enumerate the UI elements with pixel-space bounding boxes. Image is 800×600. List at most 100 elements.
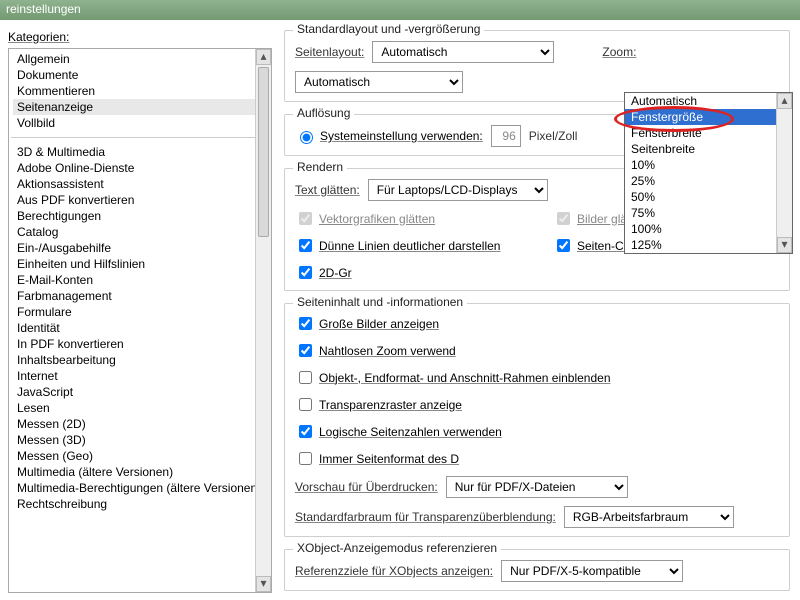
scroll-up-icon[interactable]: ▴ bbox=[777, 93, 792, 109]
group-pagecontent: Seiteninhalt und -informationen Große Bi… bbox=[284, 303, 790, 537]
trans-grid-input[interactable] bbox=[299, 398, 312, 411]
dropdown-option[interactable]: 10% bbox=[625, 157, 792, 173]
group-render-legend: Rendern bbox=[293, 160, 347, 174]
group-xobject-legend: XObject-Anzeigemodus referenzieren bbox=[293, 541, 501, 555]
scroll-down-icon[interactable]: ▾ bbox=[256, 576, 271, 592]
vec-smooth-label: Vektorgrafiken glätten bbox=[319, 212, 435, 226]
list-item[interactable]: Messen (2D) bbox=[13, 416, 271, 432]
list-item[interactable]: Farbmanagement bbox=[13, 288, 271, 304]
list-item[interactable]: Identität bbox=[13, 320, 271, 336]
overprint-select[interactable]: Nur für PDF/X-Dateien bbox=[446, 476, 628, 498]
categories-listbox[interactable]: AllgemeinDokumenteKommentierenSeitenanze… bbox=[8, 48, 272, 593]
vec-smooth-checkbox: Vektorgrafiken glätten bbox=[295, 209, 545, 228]
use-system-radio-input[interactable] bbox=[300, 131, 313, 144]
list-item[interactable]: Einheiten und Hilfslinien bbox=[13, 256, 271, 272]
dropdown-option[interactable]: Fenstergröße bbox=[625, 109, 792, 125]
dropdown-option[interactable]: 25% bbox=[625, 173, 792, 189]
twod-input[interactable] bbox=[299, 266, 312, 279]
large-images-label: Große Bilder anzeigen bbox=[319, 317, 439, 331]
scroll-down-icon[interactable]: ▾ bbox=[777, 237, 792, 253]
list-item[interactable]: Rechtschreibung bbox=[13, 496, 271, 512]
dropdown-scrollbar[interactable]: ▴ ▾ bbox=[776, 93, 792, 253]
obj-frames-checkbox[interactable]: Objekt-, Endformat- und Anschnitt-Rahmen… bbox=[295, 368, 615, 387]
list-item[interactable]: JavaScript bbox=[13, 384, 271, 400]
list-item[interactable]: Kommentieren bbox=[13, 83, 271, 99]
list-item[interactable]: Inhaltsbearbeitung bbox=[13, 352, 271, 368]
thin-lines-checkbox[interactable]: Dünne Linien deutlicher darstellen bbox=[295, 236, 545, 255]
always-format-checkbox[interactable]: Immer Seitenformat des D bbox=[295, 449, 459, 468]
xobject-ref-select[interactable]: Nur PDF/X-5-kompatible bbox=[501, 560, 683, 582]
obj-frames-input[interactable] bbox=[299, 371, 312, 384]
scroll-up-icon[interactable]: ▴ bbox=[256, 49, 271, 65]
text-smooth-select[interactable]: Für Laptops/LCD-Displays bbox=[368, 179, 548, 201]
list-item[interactable]: Allgemein bbox=[13, 51, 271, 67]
list-item[interactable]: Berechtigungen bbox=[13, 208, 271, 224]
img-smooth-input bbox=[557, 212, 570, 225]
list-item[interactable]: Aktionsassistent bbox=[13, 176, 271, 192]
list-item[interactable]: Adobe Online-Dienste bbox=[13, 160, 271, 176]
list-item[interactable]: Aus PDF konvertieren bbox=[13, 192, 271, 208]
list-item[interactable]: Multimedia (ältere Versionen) bbox=[13, 464, 271, 480]
list-item[interactable]: Lesen bbox=[13, 400, 271, 416]
list-item[interactable]: Dokumente bbox=[13, 67, 271, 83]
list-item[interactable]: 3D & Multimedia bbox=[13, 144, 271, 160]
dropdown-option[interactable]: 100% bbox=[625, 221, 792, 237]
group-xobject: XObject-Anzeigemodus referenzieren Refer… bbox=[284, 549, 790, 591]
list-item[interactable]: Catalog bbox=[13, 224, 271, 240]
group-pagecontent-legend: Seiteninhalt und -informationen bbox=[293, 295, 467, 309]
group-layout-legend: Standardlayout und -vergrößerung bbox=[293, 22, 484, 36]
trans-grid-label: Transparenzraster anzeige bbox=[319, 398, 462, 412]
resolution-unit: Pixel/Zoll bbox=[529, 129, 578, 143]
smooth-zoom-input[interactable] bbox=[299, 344, 312, 357]
list-item[interactable]: Internet bbox=[13, 368, 271, 384]
zoom-select[interactable]: Automatisch bbox=[295, 71, 463, 93]
list-item[interactable]: Formulare bbox=[13, 304, 271, 320]
vec-smooth-input bbox=[299, 212, 312, 225]
page-cache-input[interactable] bbox=[557, 239, 570, 252]
list-item[interactable]: Seitenanzeige bbox=[13, 99, 271, 115]
dropdown-option[interactable]: 125% bbox=[625, 237, 792, 253]
list-item[interactable]: Multimedia-Berechtigungen (ältere Versio… bbox=[13, 480, 271, 496]
text-smooth-label: Text glätten: bbox=[295, 183, 360, 197]
logic-pages-checkbox[interactable]: Logische Seitenzahlen verwenden bbox=[295, 422, 615, 441]
zoom-label: Zoom: bbox=[602, 45, 636, 59]
smooth-zoom-label: Nahtlosen Zoom verwend bbox=[319, 344, 456, 358]
list-item[interactable]: Vollbild bbox=[13, 115, 271, 131]
list-item[interactable]: In PDF konvertieren bbox=[13, 336, 271, 352]
overprint-label: Vorschau für Überdrucken: bbox=[295, 480, 438, 494]
page-layout-select[interactable]: Automatisch bbox=[372, 41, 554, 63]
logic-pages-input[interactable] bbox=[299, 425, 312, 438]
xobject-ref-label: Referenzziele für XObjects anzeigen: bbox=[295, 564, 493, 578]
always-format-label: Immer Seitenformat des D bbox=[319, 452, 459, 466]
categories-label: Kategorien: bbox=[8, 30, 272, 44]
dropdown-option[interactable]: 75% bbox=[625, 205, 792, 221]
thin-lines-input[interactable] bbox=[299, 239, 312, 252]
colorspace-select[interactable]: RGB-Arbeitsfarbraum bbox=[564, 506, 734, 528]
large-images-input[interactable] bbox=[299, 317, 312, 330]
trans-grid-checkbox[interactable]: Transparenzraster anzeige bbox=[295, 395, 462, 414]
large-images-checkbox[interactable]: Große Bilder anzeigen bbox=[295, 314, 615, 333]
dropdown-option[interactable]: Automatisch bbox=[625, 93, 792, 109]
always-format-input[interactable] bbox=[299, 452, 312, 465]
smooth-zoom-checkbox[interactable]: Nahtlosen Zoom verwend bbox=[295, 341, 456, 360]
thin-lines-label: Dünne Linien deutlicher darstellen bbox=[319, 239, 500, 253]
window-title: reinstellungen bbox=[0, 0, 800, 20]
sidebar: Kategorien: AllgemeinDokumenteKommentier… bbox=[0, 20, 280, 600]
dropdown-option[interactable]: Fensterbreite bbox=[625, 125, 792, 141]
twod-checkbox[interactable]: 2D-Gr bbox=[295, 263, 352, 282]
dropdown-option[interactable]: 50% bbox=[625, 189, 792, 205]
list-separator bbox=[11, 137, 269, 138]
listbox-scrollbar[interactable]: ▴ ▾ bbox=[255, 49, 271, 592]
obj-frames-label: Objekt-, Endformat- und Anschnitt-Rahmen… bbox=[319, 371, 611, 385]
list-item[interactable]: Messen (3D) bbox=[13, 432, 271, 448]
list-item[interactable]: E-Mail-Konten bbox=[13, 272, 271, 288]
list-item[interactable]: Messen (Geo) bbox=[13, 448, 271, 464]
dropdown-option[interactable]: Seitenbreite bbox=[625, 141, 792, 157]
resolution-value bbox=[491, 125, 521, 147]
use-system-radio[interactable]: Systemeinstellung verwenden: bbox=[295, 128, 483, 144]
use-system-label: Systemeinstellung verwenden: bbox=[320, 129, 483, 143]
zoom-dropdown-popup[interactable]: AutomatischFenstergrößeFensterbreiteSeit… bbox=[624, 92, 793, 254]
list-item[interactable]: Ein-/Ausgabehilfe bbox=[13, 240, 271, 256]
scroll-thumb[interactable] bbox=[258, 67, 269, 237]
colorspace-label: Standardfarbraum für Transparenzüberblen… bbox=[295, 510, 556, 524]
